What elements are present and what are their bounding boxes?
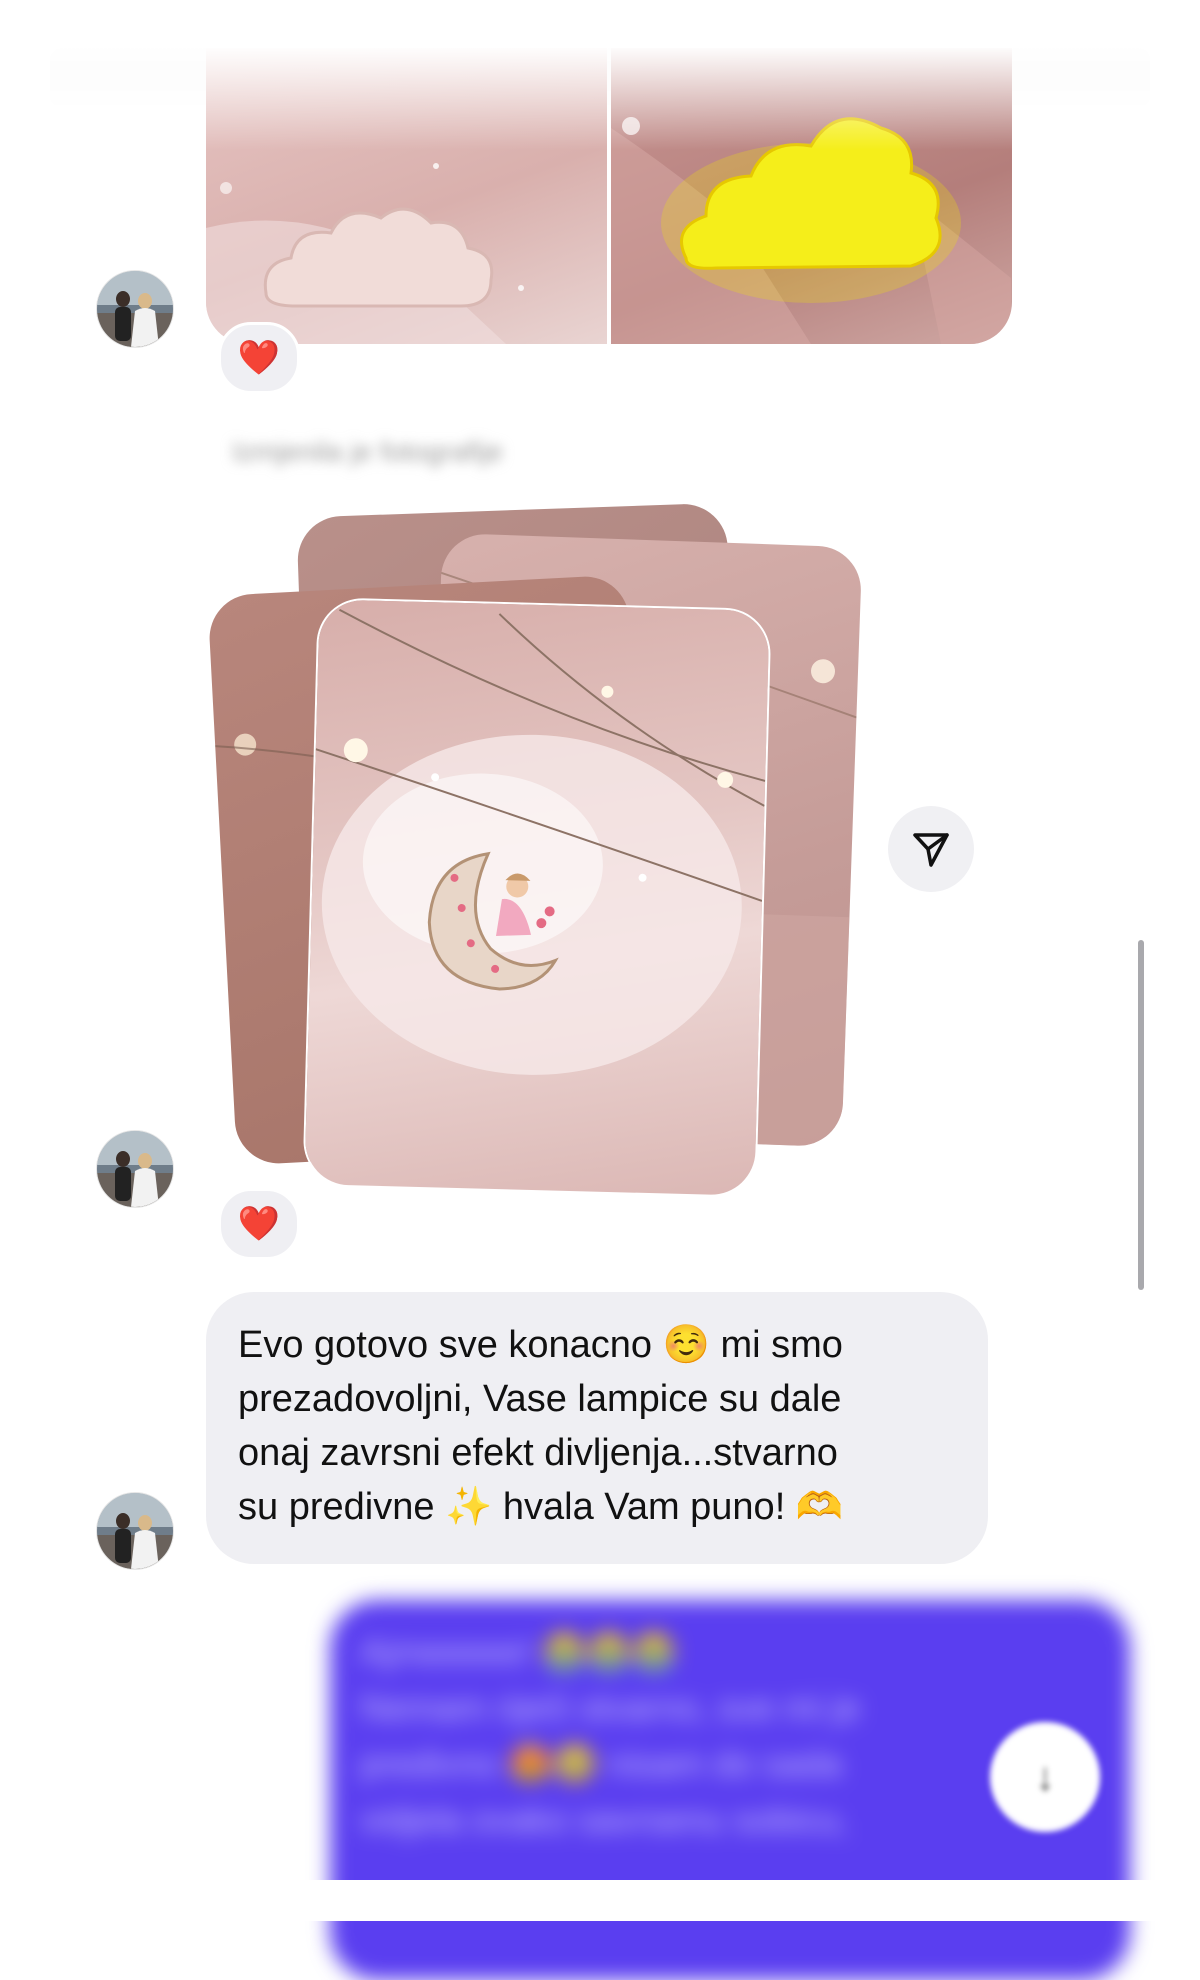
bottom-fade [0, 1880, 1200, 1921]
incoming-message-bubble[interactable]: Evo gotovo sve konacno ☺️ mi smo prezado… [206, 1292, 988, 1564]
avatar[interactable] [96, 1492, 174, 1570]
message-line: prezadovoljni, Vase lampice su dale [238, 1378, 842, 1420]
scrollbar[interactable] [1138, 940, 1144, 1290]
message-line: onaj zavrsni efekt divljenja...stvarno [238, 1432, 838, 1474]
avatar[interactable] [96, 270, 174, 348]
heart-icon: ❤️ [237, 339, 281, 377]
message-line: Nemam riječi stvarno, sve mi je [360, 1687, 861, 1728]
arrow-down-icon: ↓ [1035, 1754, 1055, 1799]
message-line: su predivne ✨ hvala Vam puno! 🫶 [238, 1486, 844, 1528]
album-reaction[interactable]: ❤️ [218, 1188, 300, 1260]
album-card-front[interactable] [304, 599, 770, 1196]
scroll-down-button[interactable]: ↓ [990, 1722, 1100, 1832]
message-line: Evo gotovo sve konacno ☺️ mi smo [238, 1324, 843, 1366]
paper-plane-icon [913, 833, 949, 867]
message-line: predivno 😍🥹 nisam do sada [360, 1743, 842, 1784]
album-caption: Izmjenila je fotografije [232, 436, 503, 467]
share-button[interactable] [888, 806, 974, 892]
photo-pair[interactable] [206, 48, 1012, 344]
avatar[interactable] [96, 1130, 174, 1208]
photo-reaction[interactable]: ❤️ [218, 322, 300, 394]
cloud-lamp-photo-on[interactable] [611, 48, 1012, 344]
heart-icon: ❤️ [237, 1205, 281, 1243]
cloud-lamp-photo-off[interactable] [206, 48, 607, 344]
message-line: Ajmeeeee! 😭😭😭 [360, 1631, 677, 1672]
message-line: vidjela ovako savrsenu sobicu, [360, 1799, 849, 1840]
